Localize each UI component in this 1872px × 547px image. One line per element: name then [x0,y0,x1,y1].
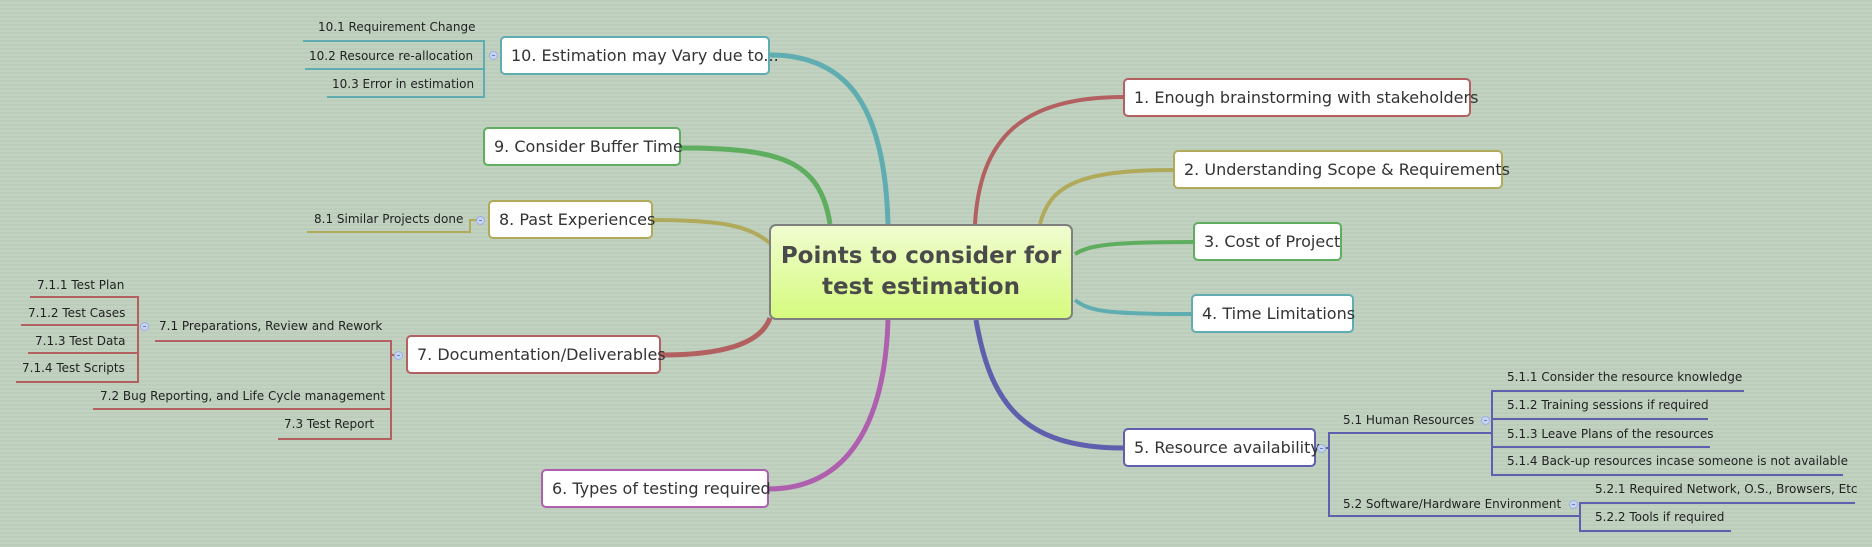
subtopic-5-1-4[interactable]: 5.1.4 Back-up resources incase someone i… [1507,454,1848,468]
subtopic-5-2[interactable]: 5.2 Software/Hardware Environment [1343,497,1561,511]
collapse-toggle-7-1[interactable] [140,322,149,331]
central-topic[interactable]: Points to consider for test estimation [769,224,1073,320]
subtopic-5-2-2[interactable]: 5.2.2 Tools if required [1595,510,1724,524]
subtopic-10-2[interactable]: 10.2 Resource re-allocation [309,49,473,63]
subtopic-10-3[interactable]: 10.3 Error in estimation [332,77,474,91]
topic-10[interactable]: 10. Estimation may Vary due to... [500,36,779,75]
branch-5 [973,319,1124,451]
topic-4[interactable]: 4. Time Limitations [1191,294,1355,333]
topic-6[interactable]: 6. Types of testing required [541,469,771,508]
collapse-toggle-10[interactable] [489,51,498,60]
subtopic-5-1-2[interactable]: 5.1.2 Training sessions if required [1507,398,1709,412]
subtopic-7-1-1[interactable]: 7.1.1 Test Plan [37,278,124,292]
topic-9[interactable]: 9. Consider Buffer Time [483,127,683,166]
subtopic-5-1[interactable]: 5.1 Human Resources [1343,413,1474,427]
subtopic-7-2[interactable]: 7.2 Bug Reporting, and Life Cycle manage… [100,389,385,403]
branch-2 [1038,168,1174,225]
collapse-toggle-8[interactable] [476,216,485,225]
subtopic-7-1-3[interactable]: 7.1.3 Test Data [35,334,125,348]
branch-3 [1073,240,1194,256]
subtopic-5-1-3[interactable]: 5.1.3 Leave Plans of the resources [1507,427,1714,441]
central-topic-line1: Points to consider for [780,243,1062,269]
topic-3[interactable]: 3. Cost of Project [1193,222,1342,261]
topic-8[interactable]: 8. Past Experiences [488,200,655,239]
topic-2[interactable]: 2. Understanding Scope & Requirements [1173,150,1510,189]
branch-7 [660,316,773,358]
subtopic-7-3[interactable]: 7.3 Test Report [284,417,374,431]
subtopic-5-1-1[interactable]: 5.1.1 Consider the resource knowledge [1507,370,1742,384]
topic-7[interactable]: 7. Documentation/Deliverables [406,335,666,374]
branch-9 [679,145,833,225]
subtopic-7-1-4[interactable]: 7.1.4 Test Scripts [22,361,125,375]
subtopic-10-1[interactable]: 10.1 Requirement Change [318,20,475,34]
collapse-toggle-5-2[interactable] [1569,500,1578,509]
topic-1[interactable]: 1. Enough brainstorming with stakeholder… [1123,78,1478,117]
branch-10 [769,52,891,225]
topic-5[interactable]: 5. Resource availability [1123,428,1320,467]
branch-6 [767,319,891,492]
subtopic-7-1[interactable]: 7.1 Preparations, Review and Rework [159,319,382,333]
subtopic-7-1-2[interactable]: 7.1.2 Test Cases [28,306,125,320]
collapse-toggle-7[interactable] [394,351,403,360]
collapse-toggle-5[interactable] [1317,444,1326,453]
collapse-toggle-5-1[interactable] [1481,416,1490,425]
branch-8 [651,218,774,247]
subtopic-5-2-1[interactable]: 5.2.1 Required Network, O.S., Browsers, … [1595,482,1858,496]
subtopic-8-1[interactable]: 8.1 Similar Projects done [314,212,463,226]
branch-4 [1073,298,1192,316]
central-topic-line2: test estimation [821,274,1020,300]
